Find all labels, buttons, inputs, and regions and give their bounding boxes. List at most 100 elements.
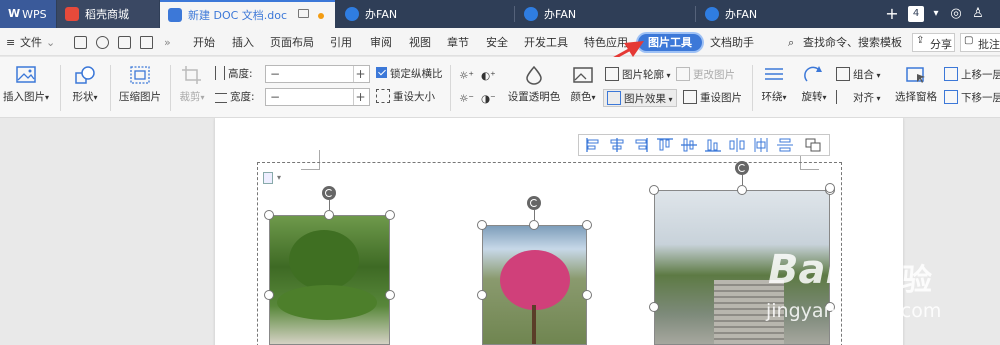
width-spinner[interactable]: − + (265, 88, 370, 106)
tab-label: 办FAN (544, 8, 577, 21)
menu-doc-assistant[interactable]: 文档助手 (710, 34, 754, 51)
align-button[interactable]: 对齐 ▾ (836, 89, 881, 107)
wrap-button[interactable]: 环绕▾ (756, 61, 792, 113)
title-tab-bar: W WPS 稻壳商城 新建 DOC 文档.doc 办FAN 办FAN 办FAN … (0, 0, 1000, 28)
color-button[interactable]: 颜色▾ (566, 61, 600, 113)
save-icon[interactable] (74, 36, 87, 49)
shape-button[interactable]: 形状▾ (66, 61, 104, 113)
contrast-down-icon[interactable]: ◑⁻ (481, 90, 496, 108)
align-left-icon[interactable] (585, 138, 601, 152)
command-search[interactable]: 查找命令、搜索模板 (803, 34, 902, 51)
align-right-icon[interactable] (633, 138, 649, 152)
bring-forward-label: 上移一层 (961, 69, 1000, 81)
resize-handle[interactable] (385, 210, 395, 220)
skin-icon[interactable]: ♙ (968, 4, 988, 24)
chevron-down-icon[interactable]: ▾ (277, 173, 281, 182)
tab-banfan-1[interactable]: 办FAN (337, 0, 515, 28)
align-middle-icon[interactable] (681, 138, 697, 152)
monitor-icon[interactable] (298, 9, 309, 18)
resize-handle[interactable] (264, 210, 274, 220)
picture-outline-button[interactable]: 图片轮廓 ▾ (605, 66, 671, 84)
share-button[interactable]: ⇪ 分享 (912, 33, 955, 52)
rotate-handle-icon[interactable] (527, 196, 541, 210)
tab-label: 新建 DOC 文档.doc (188, 9, 288, 22)
resize-handle[interactable] (385, 290, 395, 300)
tab-document[interactable]: 新建 DOC 文档.doc (160, 0, 335, 28)
width-label: 宽度: (215, 88, 255, 106)
banfan-icon (345, 7, 359, 21)
cloud-icon[interactable]: ◎ (946, 4, 966, 24)
reset-picture-button[interactable]: 重设图片 (683, 89, 742, 107)
picture-effect-button[interactable]: 图片效果 ▾ (603, 89, 677, 107)
compress-picture-button[interactable]: 压缩图片 (116, 61, 164, 113)
export-icon[interactable] (96, 36, 109, 49)
contrast-up-icon[interactable]: ◐⁺ (481, 67, 496, 85)
crop-icon (182, 66, 201, 84)
align-top-icon[interactable] (657, 138, 673, 152)
resize-handle[interactable] (582, 290, 592, 300)
reset-size-button[interactable]: 重设大小 (376, 88, 435, 106)
align-center-icon[interactable] (609, 138, 625, 152)
increment-icon[interactable]: + (353, 66, 367, 82)
tab-banfan-3[interactable]: 办FAN (697, 0, 867, 28)
distribute-horizontal-icon[interactable] (729, 138, 745, 152)
resize-handle[interactable] (737, 185, 747, 195)
layout-options-icon[interactable] (263, 172, 273, 184)
compress-label: 压缩图片 (119, 91, 161, 103)
brightness-down-icon[interactable]: ☼⁻ (459, 90, 474, 108)
menu-page-layout[interactable]: 页面布局 (270, 34, 314, 51)
rotate-button[interactable]: 旋转▾ (796, 61, 832, 113)
chevron-down-icon[interactable]: ⌄ (46, 34, 55, 51)
tab-banfan-2[interactable]: 办FAN (516, 0, 696, 28)
window-count-badge[interactable]: 4 (908, 6, 924, 22)
resize-handle[interactable] (582, 220, 592, 230)
lock-ratio-checkbox[interactable]: 锁定纵横比 (376, 65, 443, 83)
change-picture-button[interactable]: 更改图片 (676, 66, 735, 84)
resize-handle[interactable] (264, 290, 274, 300)
new-tab-icon[interactable]: + (882, 4, 902, 24)
selection-pane-button[interactable]: 选择窗格 (892, 61, 940, 113)
height-spinner[interactable]: − + (265, 65, 370, 83)
group-resize-handle[interactable] (825, 183, 835, 193)
rotate-handle-icon[interactable] (322, 186, 336, 200)
resize-handle[interactable] (477, 290, 487, 300)
decrement-icon[interactable]: − (268, 66, 282, 82)
bring-forward-button[interactable]: 上移一层 (944, 66, 1000, 84)
menu-view[interactable]: 视图 (409, 34, 431, 51)
tab-wps[interactable]: W WPS (0, 0, 56, 28)
distribute-vertical-icon[interactable] (777, 138, 793, 152)
print-preview-icon[interactable] (140, 36, 153, 49)
menu-references[interactable]: 引用 (330, 34, 352, 51)
group-button[interactable]: 组合 ▾ (836, 66, 881, 84)
resize-handle[interactable] (649, 185, 659, 195)
resize-handle[interactable] (477, 220, 487, 230)
decrement-icon[interactable]: − (268, 89, 282, 105)
distribute-columns-icon[interactable] (753, 138, 769, 152)
menu-security[interactable]: 安全 (486, 34, 508, 51)
print-icon[interactable] (118, 36, 131, 49)
menu-insert[interactable]: 插入 (232, 34, 254, 51)
increment-icon[interactable]: + (353, 89, 367, 105)
send-backward-button[interactable]: 下移一层 (944, 89, 1000, 107)
rotate-handle-icon[interactable] (735, 161, 749, 175)
menu-chapter[interactable]: 章节 (447, 34, 469, 51)
align-bottom-icon[interactable] (705, 138, 721, 152)
insert-picture-button[interactable]: 插入图片▾ (2, 61, 50, 113)
file-menu[interactable]: 文件 (20, 34, 42, 51)
search-icon[interactable]: ⌕ (788, 34, 794, 51)
group-objects-icon[interactable] (805, 138, 821, 152)
set-transparent-button[interactable]: 设置透明色 (506, 61, 562, 113)
tab-docer-store[interactable]: 稻壳商城 (57, 0, 159, 28)
hamburger-icon[interactable]: ≡ (6, 34, 15, 51)
tab-label: 稻壳商城 (85, 8, 129, 21)
brightness-up-icon[interactable]: ☼⁺ (459, 67, 474, 85)
menu-review[interactable]: 审阅 (370, 34, 392, 51)
more-icon[interactable]: » (164, 34, 171, 51)
annotate-button[interactable]: ▢ 批注 (960, 33, 1000, 52)
chevron-down-icon[interactable]: ▾ (926, 4, 946, 24)
resize-handle[interactable] (529, 220, 539, 230)
resize-handle[interactable] (324, 210, 334, 220)
menu-start[interactable]: 开始 (193, 34, 215, 51)
crop-button[interactable]: 裁剪▾ (174, 61, 210, 113)
resize-handle[interactable] (649, 302, 659, 312)
